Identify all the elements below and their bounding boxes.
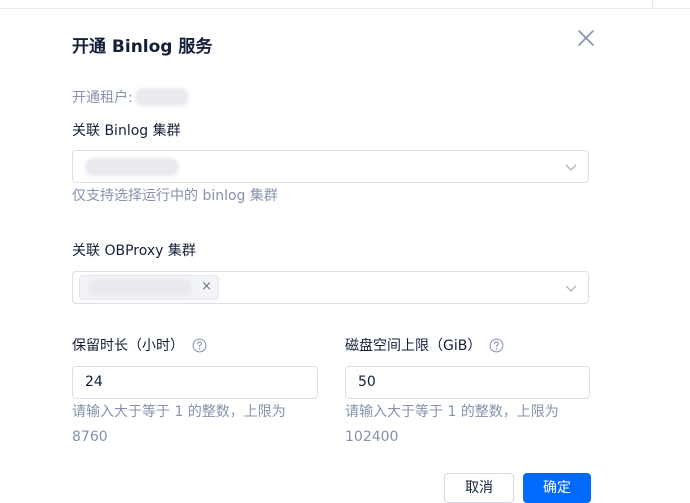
- retention-label-row: 保留时长（小时）: [72, 335, 207, 355]
- retention-help: 请输入大于等于 1 的整数，上限为 8760: [72, 400, 286, 450]
- retention-label: 保留时长（小时）: [72, 338, 184, 354]
- binlog-cluster-help: 仅支持选择运行中的 binlog 集群: [72, 188, 278, 204]
- disk-limit-label-row: 磁盘空间上限（GiB）: [345, 335, 504, 355]
- confirm-button[interactable]: 确定: [523, 473, 591, 503]
- obproxy-selected-tag: ×: [79, 275, 219, 300]
- tenant-label: 开通租户:: [72, 90, 133, 106]
- top-divider-notch: [652, 0, 653, 9]
- cancel-button[interactable]: 取消: [444, 473, 514, 503]
- obproxy-cluster-label: 关联 OBProxy 集群: [72, 243, 196, 259]
- retention-help-line1: 请输入大于等于 1 的整数，上限为: [72, 404, 286, 420]
- question-circle-icon[interactable]: [489, 338, 504, 353]
- obproxy-tag-label-redacted: [88, 279, 192, 296]
- chevron-down-icon: [565, 285, 577, 292]
- chevron-down-icon: [565, 164, 577, 171]
- dialog-title: 开通 Binlog 服务: [72, 37, 213, 57]
- disk-limit-help: 请输入大于等于 1 的整数，上限为 102400: [345, 400, 559, 450]
- binlog-cluster-select[interactable]: [72, 150, 589, 183]
- tag-remove-icon[interactable]: ×: [201, 279, 212, 295]
- retention-help-line2: 8760: [72, 429, 108, 445]
- close-icon[interactable]: [576, 28, 596, 48]
- question-circle-icon[interactable]: [192, 338, 207, 353]
- disk-limit-input[interactable]: 50: [345, 366, 590, 399]
- tenant-name-redacted: [134, 88, 189, 106]
- disk-limit-help-line2: 102400: [345, 429, 399, 445]
- binlog-cluster-selected-redacted: [85, 158, 179, 176]
- tenant-row: 开通租户:: [72, 87, 189, 107]
- disk-limit-label: 磁盘空间上限（GiB）: [345, 338, 482, 354]
- obproxy-cluster-select[interactable]: ×: [72, 271, 589, 304]
- disk-limit-help-line1: 请输入大于等于 1 的整数，上限为: [345, 404, 559, 420]
- binlog-cluster-label: 关联 Binlog 集群: [72, 123, 181, 139]
- top-divider: [0, 8, 690, 9]
- retention-hours-input[interactable]: 24: [72, 366, 318, 399]
